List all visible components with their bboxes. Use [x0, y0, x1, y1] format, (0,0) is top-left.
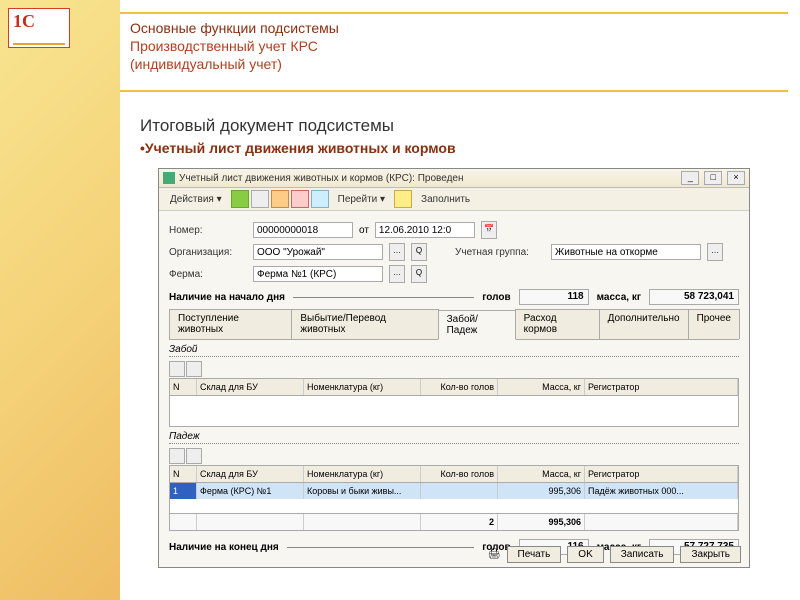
padezh-total-massa: 995,306	[498, 514, 585, 530]
add-icon[interactable]	[231, 190, 249, 208]
slide-title-line1: Основные функции подсистемы	[130, 20, 778, 36]
padezh-total-golov: 2	[421, 514, 498, 530]
print-button[interactable]: Печать	[507, 546, 562, 563]
col-sklad: Склад для БУ	[197, 379, 304, 395]
pcol-nomen: Номенклатура (кг)	[304, 466, 421, 482]
padezh-add-icon[interactable]	[169, 448, 185, 464]
pcol-sklad: Склад для БУ	[197, 466, 304, 482]
padezh-title: Падеж	[169, 431, 739, 444]
zaboy-title: Забой	[169, 344, 739, 357]
save-button[interactable]: Записать	[610, 546, 675, 563]
slide-subtitle1: Итоговый документ подсистемы	[140, 116, 456, 136]
col-nomen: Номенклатура (кг)	[304, 379, 421, 395]
start-heads-label: голов	[482, 292, 510, 303]
close-form-button[interactable]: Закрыть	[680, 546, 741, 563]
ok-button[interactable]: OK	[567, 546, 603, 563]
slide-title-line3: (индивидуальный учет)	[130, 56, 778, 72]
logo-1c: 1C	[8, 8, 70, 48]
date-from-label: от	[359, 225, 369, 236]
document-icon	[163, 172, 175, 184]
tab-other[interactable]: Прочее	[688, 309, 740, 339]
toolbar: Действия ▾ Перейти ▾ Заполнить	[159, 188, 749, 211]
fill-button[interactable]: Заполнить	[414, 191, 477, 208]
actions-menu[interactable]: Действия ▾	[163, 191, 229, 208]
number-label: Номер:	[169, 225, 247, 236]
pcol-massa: Масса, кг	[498, 466, 585, 482]
number-input[interactable]	[253, 222, 353, 238]
print-icon[interactable]: 🖨	[488, 549, 501, 560]
tab-transfer[interactable]: Выбытие/Перевод животных	[291, 309, 438, 339]
start-section-title: Наличие на начало дня	[169, 292, 285, 303]
table-row[interactable]: 1 Ферма (КРС) №1 Коровы и быки живы... 9…	[170, 483, 738, 499]
start-mass-label: масса, кг	[597, 292, 641, 303]
post-icon[interactable]	[271, 190, 289, 208]
titlebar: Учетный лист движения животных и кормов …	[159, 169, 749, 188]
col-n: N	[170, 379, 197, 395]
start-mass-value: 58 723,041	[649, 289, 739, 305]
tab-additional[interactable]: Дополнительно	[599, 309, 689, 339]
col-massa: Масса, кг	[498, 379, 585, 395]
minimize-button[interactable]: _	[681, 171, 699, 185]
org-label: Организация:	[169, 247, 247, 258]
tab-slaughter[interactable]: Забой/Падеж	[438, 310, 516, 340]
help-icon[interactable]	[394, 190, 412, 208]
farm-input[interactable]	[253, 266, 383, 282]
copy-icon[interactable]	[251, 190, 269, 208]
end-section-title: Наличие на конец дня	[169, 542, 279, 553]
slide-subtitle: Итоговый документ подсистемы •Учетный ли…	[140, 116, 456, 156]
farm-open-icon[interactable]: Q	[411, 265, 427, 283]
org-input[interactable]	[253, 244, 383, 260]
group-label: Учетная группа:	[455, 247, 545, 258]
org-select-icon[interactable]: …	[389, 243, 405, 261]
close-button[interactable]: ×	[727, 171, 745, 185]
zaboy-grid[interactable]: N Склад для БУ Номенклатура (кг) Кол-во …	[169, 378, 739, 427]
group-input[interactable]	[551, 244, 701, 260]
pcol-n: N	[170, 466, 197, 482]
padezh-del-icon[interactable]	[186, 448, 202, 464]
pcol-golov: Кол-во голов	[421, 466, 498, 482]
unpost-icon[interactable]	[291, 190, 309, 208]
slide-subtitle2: •Учетный лист движения животных и кормов	[140, 140, 456, 156]
maximize-button[interactable]: □	[704, 171, 722, 185]
padezh-grid[interactable]: N Склад для БУ Номенклатура (кг) Кол-во …	[169, 465, 739, 531]
farm-label: Ферма:	[169, 269, 247, 280]
goto-menu[interactable]: Перейти ▾	[331, 191, 392, 208]
zaboy-add-icon[interactable]	[169, 361, 185, 377]
slide-title-band: Основные функции подсистемы Производстве…	[120, 12, 788, 92]
tabs: Поступление животных Выбытие/Перевод жив…	[169, 309, 739, 340]
group-select-icon[interactable]: …	[707, 243, 723, 261]
col-golov: Кол-во голов	[421, 379, 498, 395]
tree-icon[interactable]	[311, 190, 329, 208]
org-open-icon[interactable]: Q	[411, 243, 427, 261]
farm-select-icon[interactable]: …	[389, 265, 405, 283]
window-title: Учетный лист движения животных и кормов …	[179, 173, 679, 184]
app-window: Учетный лист движения животных и кормов …	[158, 168, 750, 568]
start-heads-value: 118	[519, 289, 589, 305]
pcol-reg: Регистратор	[585, 466, 738, 482]
zaboy-del-icon[interactable]	[186, 361, 202, 377]
date-picker-icon[interactable]: 📅	[481, 221, 497, 239]
slide-title-line2: Производственный учет КРС	[130, 38, 778, 54]
tab-feed[interactable]: Расход кормов	[515, 309, 600, 339]
tab-arrival[interactable]: Поступление животных	[169, 309, 292, 339]
date-input[interactable]	[375, 222, 475, 238]
col-reg: Регистратор	[585, 379, 738, 395]
